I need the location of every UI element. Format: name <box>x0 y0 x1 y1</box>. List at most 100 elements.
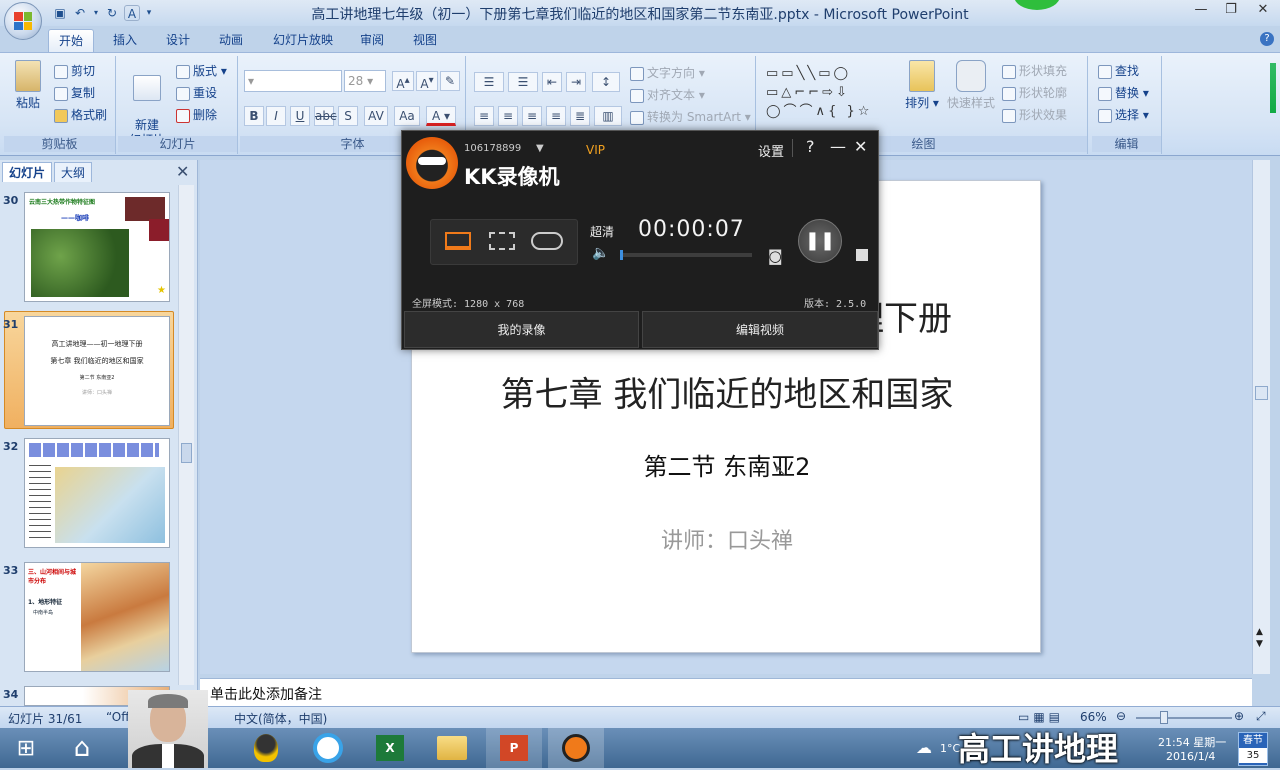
minimize-icon[interactable]: — <box>1186 0 1216 20</box>
kk-volume-icon[interactable]: 🔈 <box>592 245 609 261</box>
slide-thumbnail-32[interactable] <box>24 438 170 548</box>
kk-stop-button[interactable] <box>856 249 868 261</box>
font-size-combo[interactable]: 28 ▾ <box>344 70 386 92</box>
columns-button[interactable]: ▥ <box>594 106 622 126</box>
cut-button[interactable]: 剪切 <box>54 62 95 79</box>
slide-thumbnail-30[interactable]: 云南三大热带作物特征图 ——咖啡 ★ <box>24 192 170 302</box>
calendar-widget[interactable]: 春节 35 <box>1238 732 1268 766</box>
zoom-level[interactable]: 66% <box>1080 710 1107 724</box>
clear-format-button[interactable]: ✎ <box>440 71 460 91</box>
copy-button[interactable]: 复制 <box>54 84 95 101</box>
kk-quality-selector[interactable]: 超清 <box>590 223 614 240</box>
shape-effects-button[interactable]: 形状效果 <box>1002 106 1067 123</box>
tab-design[interactable]: 设计 <box>156 29 200 50</box>
line-spacing-button[interactable]: ↕ <box>592 72 620 92</box>
slide-thumbnail-33[interactable]: 三、山河相间与城市分布 1、地形特征 中南半岛 <box>24 562 170 672</box>
kk-account-dropdown-icon[interactable]: ▼ <box>536 143 544 154</box>
bullets-button[interactable]: ☰ <box>474 72 504 92</box>
powerpoint-taskbar-app[interactable]: P <box>486 728 542 768</box>
tab-outline[interactable]: 大纲 <box>54 162 93 182</box>
increase-indent-button[interactable]: ⇥ <box>566 72 586 92</box>
find-button[interactable]: 查找 <box>1098 62 1139 79</box>
quick-styles-button[interactable]: 快速样式 <box>946 60 996 111</box>
align-text-button[interactable]: 对齐文本 ▾ <box>630 86 705 103</box>
help-icon[interactable]: ? <box>1260 32 1274 46</box>
numbering-button[interactable]: ☰ <box>508 72 538 92</box>
office-button[interactable] <box>4 2 42 40</box>
tab-review[interactable]: 审阅 <box>350 29 394 50</box>
explorer-taskbar-app[interactable] <box>424 728 480 768</box>
zoom-in-icon[interactable]: ⊕ <box>1234 709 1244 723</box>
view-buttons[interactable]: ▭▦▤ <box>1018 710 1064 724</box>
kk-screenshot-icon[interactable]: ◙ <box>768 247 783 265</box>
zoom-slider-thumb[interactable] <box>1160 711 1168 724</box>
kk-fullscreen-mode-icon[interactable] <box>445 232 471 250</box>
align-center-button[interactable]: ≡ <box>498 106 518 126</box>
home-taskbar-app[interactable]: ⌂ <box>54 728 110 768</box>
replace-button[interactable]: 替换 ▾ <box>1098 84 1149 101</box>
zoom-out-icon[interactable]: ⊖ <box>1116 709 1126 723</box>
select-button[interactable]: 选择 ▾ <box>1098 106 1149 123</box>
grow-font-button[interactable]: A▴ <box>392 71 414 91</box>
tab-view[interactable]: 视图 <box>403 29 447 50</box>
prev-next-slide-icon[interactable]: ▲ ▼ <box>1256 626 1263 650</box>
qq-taskbar-app[interactable] <box>238 728 294 768</box>
kk-volume-slider[interactable] <box>620 250 752 260</box>
notes-pane[interactable]: 单击此处添加备注 <box>200 678 1252 706</box>
smartart-button[interactable]: 转换为 SmartArt ▾ <box>630 108 751 125</box>
strike-button[interactable]: abc <box>314 106 337 126</box>
tab-insert[interactable]: 插入 <box>103 29 147 50</box>
shadow-button[interactable]: S <box>338 106 358 126</box>
zoom-slider[interactable] <box>1136 717 1232 719</box>
shape-fill-button[interactable]: 形状填充 <box>1002 62 1067 79</box>
kk-region-mode-icon[interactable] <box>489 232 515 250</box>
close-icon[interactable]: ✕ <box>1246 0 1280 20</box>
fit-to-window-icon[interactable]: ⤢ <box>1256 709 1266 724</box>
language-indicator[interactable]: 中文(简体，中国) <box>234 710 327 727</box>
shrink-font-button[interactable]: A▾ <box>416 71 438 91</box>
slide-thumbnail-31[interactable]: 高工讲地理——初一地理下册 第七章 我们临近的地区和国家 第二节 东南亚2 讲师… <box>24 316 170 426</box>
kk-game-mode-icon[interactable] <box>531 232 563 250</box>
kk-close-icon[interactable]: ✕ <box>854 137 867 156</box>
distribute-button[interactable]: ≣ <box>570 106 590 126</box>
align-right-button[interactable]: ≡ <box>522 106 542 126</box>
restore-icon[interactable]: ❐ <box>1216 0 1246 20</box>
align-left-button[interactable]: ≡ <box>474 106 494 126</box>
tab-home[interactable]: 开始 <box>48 29 95 53</box>
shape-outline-button[interactable]: 形状轮廓 <box>1002 84 1067 101</box>
underline-button[interactable]: U <box>290 106 310 126</box>
browser-taskbar-app[interactable] <box>300 728 356 768</box>
text-direction-button[interactable]: 文字方向 ▾ <box>630 64 705 81</box>
justify-button[interactable]: ≡ <box>546 106 566 126</box>
decrease-indent-button[interactable]: ⇤ <box>542 72 562 92</box>
scroll-thumb[interactable] <box>1255 386 1268 400</box>
change-case-button[interactable]: Aa <box>394 106 420 126</box>
delete-slide-button[interactable]: 删除 <box>176 106 217 123</box>
kk-my-videos-button[interactable]: 我的录像 <box>404 311 639 348</box>
kk-settings-button[interactable]: 设置 <box>758 141 784 160</box>
paste-button[interactable]: 粘贴 <box>10 60 46 111</box>
kk-vip-badge[interactable]: VIP <box>586 143 605 157</box>
tab-animations[interactable]: 动画 <box>209 29 253 50</box>
layout-button[interactable]: 版式 ▾ <box>176 62 227 79</box>
font-color-button[interactable]: A ▾ <box>426 106 456 126</box>
kk-pause-button[interactable]: ❚❚ <box>798 219 842 263</box>
tab-slideshow[interactable]: 幻灯片放映 <box>263 29 343 50</box>
kk-minimize-icon[interactable]: — <box>830 137 846 156</box>
italic-button[interactable]: I <box>266 106 286 126</box>
tab-slides[interactable]: 幻灯片 <box>2 162 53 182</box>
char-spacing-button[interactable]: AV <box>364 106 388 126</box>
slide-vertical-scrollbar[interactable]: ▲ ▼ <box>1252 160 1270 674</box>
format-painter-button[interactable]: 格式刷 <box>54 106 107 123</box>
arrange-button[interactable]: 排列 ▾ <box>904 60 940 111</box>
close-panel-icon[interactable]: ✕ <box>176 162 189 181</box>
kk-help-icon[interactable]: ? <box>806 137 815 156</box>
kk-edit-video-button[interactable]: 编辑视频 <box>642 311 878 348</box>
new-slide-button[interactable]: 新建 幻灯片 <box>122 60 172 148</box>
clock-date[interactable]: 2016/1/4 <box>1166 750 1215 763</box>
excel-taskbar-app[interactable]: X <box>362 728 418 768</box>
shapes-gallery[interactable]: ▭▭╲╲▭◯ ▭△⌐⌐⇨⇩ ◯⌒⌒∧{ }☆ <box>766 64 890 122</box>
bold-button[interactable]: B <box>244 106 264 126</box>
scroll-thumb[interactable] <box>181 443 192 463</box>
kk-recorder-taskbar-app[interactable] <box>548 728 604 768</box>
